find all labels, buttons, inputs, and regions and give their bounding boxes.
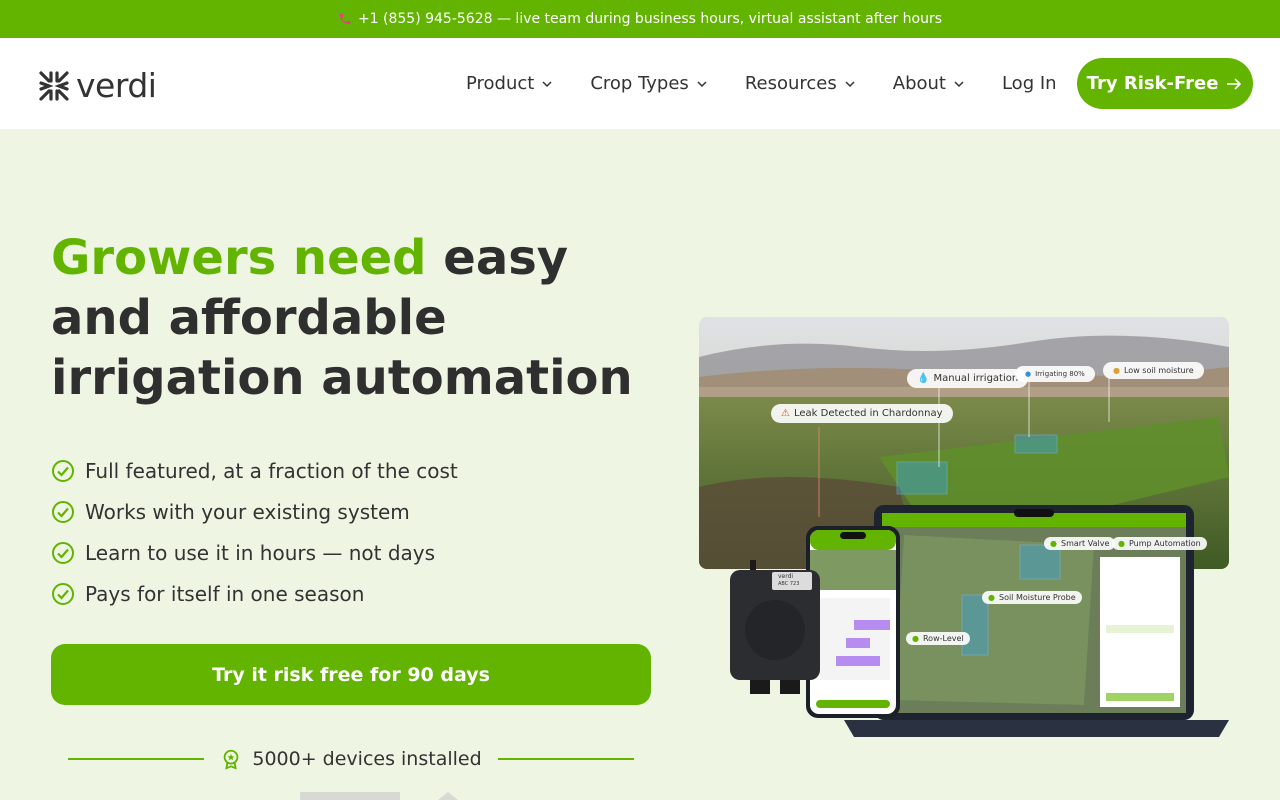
top-announcement-bar: +1 (855) 945-5628 — live team during bus…: [0, 0, 1280, 38]
devices-installed-badge: 5000+ devices installed: [204, 748, 497, 770]
chevron-down-icon: [954, 80, 964, 87]
tag-pump-automation: ● Pump Automation: [1112, 537, 1207, 550]
partner-logo-mountain: [438, 792, 458, 800]
topbar-text: +1 (855) 945-5628 — live team during bus…: [357, 11, 943, 27]
feature-text: Pays for itself in one season: [85, 581, 365, 606]
login-link[interactable]: Log In: [1002, 73, 1057, 94]
tag-label: Row-Level: [922, 634, 964, 643]
water-drop-icon: 💧: [917, 373, 930, 384]
phone-icon: [339, 13, 351, 25]
list-item: Pays for itself in one season: [51, 573, 458, 614]
award-badge-icon: [224, 749, 239, 770]
list-item: Works with your existing system: [51, 491, 458, 532]
nav-resources[interactable]: Resources: [745, 73, 855, 94]
wifi-icon: ●: [912, 634, 919, 643]
partner-logo-ucdavis: [300, 792, 400, 800]
laptop-dashboard-image: ● Smart Valve ● Pump Automation ● Soil M…: [844, 505, 1229, 740]
verdi-logo-icon: [39, 70, 69, 101]
divider-line: [68, 758, 205, 760]
sensor-code: ABC 723: [778, 581, 800, 587]
nav-label: Product: [466, 73, 535, 94]
tag-label: Leak Detected in Chardonnay: [793, 408, 943, 419]
devices-installed-row: 5000+ devices installed: [68, 740, 634, 778]
site-header: verdi Product Crop Types Resources About…: [0, 38, 1280, 129]
tag-low-soil-moisture: ● Low soil moisture: [1103, 362, 1204, 379]
feature-text: Full featured, at a fraction of the cost: [85, 458, 458, 483]
hero-title: Growers need easy and affordable irrigat…: [51, 228, 671, 408]
tag-label: Manual irrigation: [933, 373, 1019, 384]
tag-irrigating: ● Irrigating 80%: [1015, 366, 1095, 382]
nav-label: Crop Types: [590, 73, 689, 94]
wifi-icon: ●: [988, 593, 995, 602]
tag-manual-irrigation: 💧 Manual irrigation: [907, 369, 1029, 388]
tag-smart-valve: ● Smart Valve: [1044, 537, 1116, 550]
verdi-sensor-device-image: verdi ABC 723: [720, 500, 830, 700]
verdi-logo[interactable]: verdi: [38, 66, 157, 105]
devices-count-text: 5000+ devices installed: [252, 748, 482, 770]
check-circle-icon: [52, 541, 74, 564]
sensor-illustration: [730, 500, 820, 694]
alert-icon: ●: [1113, 366, 1120, 375]
warning-icon: ⚠: [781, 408, 790, 419]
tag-label: Soil Moisture Probe: [998, 593, 1076, 602]
chevron-down-icon: [542, 80, 552, 87]
wifi-icon: ●: [1118, 539, 1125, 548]
tag-label: Low soil moisture: [1123, 366, 1194, 375]
tag-leak-detected: ⚠ Leak Detected in Chardonnay: [771, 404, 953, 423]
main-nav: Product Crop Types Resources About Log I…: [466, 38, 1253, 129]
check-circle-icon: [52, 500, 74, 523]
sensor-label: verdi: [778, 573, 794, 580]
tag-row-level: ● Row-Level: [906, 632, 970, 645]
logo-text: verdi: [76, 66, 157, 105]
nav-label: Resources: [744, 73, 837, 94]
wifi-icon: ●: [1050, 539, 1057, 548]
feature-text: Works with your existing system: [85, 499, 410, 524]
tag-label: Irrigating 80%: [1035, 370, 1085, 378]
chevron-down-icon: [697, 80, 707, 87]
cta-label: Try Risk-Free: [1086, 73, 1219, 94]
try-risk-free-button[interactable]: Try Risk-Free: [1076, 58, 1253, 109]
check-circle-icon: [52, 582, 74, 605]
arrow-right-icon: [1227, 77, 1242, 90]
nav-crop-types[interactable]: Crop Types: [590, 73, 707, 94]
list-item: Full featured, at a fraction of the cost: [51, 450, 458, 491]
sprinkler-icon: ●: [1025, 370, 1032, 378]
nav-label: About: [892, 73, 946, 94]
nav-about[interactable]: About: [893, 73, 964, 94]
chevron-down-icon: [845, 80, 855, 87]
tag-label: Pump Automation: [1128, 539, 1201, 548]
nav-product[interactable]: Product: [466, 73, 552, 94]
check-circle-icon: [52, 459, 74, 482]
tag-label: Smart Valve: [1060, 539, 1110, 548]
tag-soil-moisture-probe: ● Soil Moisture Probe: [982, 591, 1082, 604]
try-90-days-button[interactable]: Try it risk free for 90 days: [51, 644, 651, 705]
hero-title-highlight: Growers need: [51, 230, 427, 286]
feature-list: Full featured, at a fraction of the cost…: [51, 450, 458, 614]
divider-line: [497, 758, 634, 760]
list-item: Learn to use it in hours — not days: [51, 532, 458, 573]
feature-text: Learn to use it in hours — not days: [85, 540, 436, 565]
